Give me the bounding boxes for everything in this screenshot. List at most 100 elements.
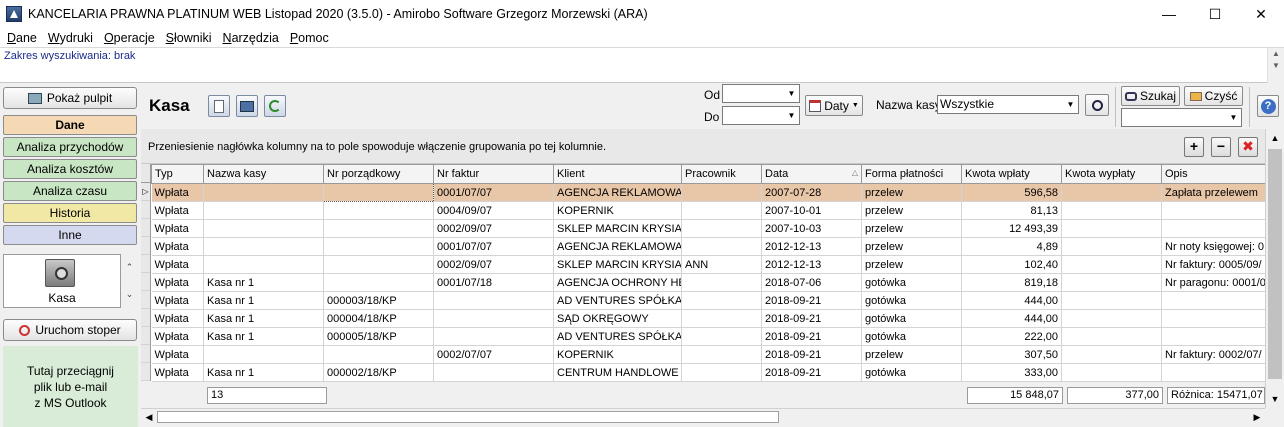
table-cell[interactable]: [1161, 327, 1266, 346]
module-scrollbar[interactable]: ⌃ ⌄: [122, 254, 137, 308]
column-header[interactable]: Pracownik: [681, 164, 762, 184]
table-cell[interactable]: Nr faktury: 0005/09/: [1161, 255, 1266, 274]
scroll-down-icon[interactable]: ▼: [1266, 390, 1284, 408]
table-cell[interactable]: 0002/09/07: [433, 219, 554, 238]
table-cell[interactable]: 81,13: [961, 201, 1062, 220]
scroll-down-icon[interactable]: ▼: [1268, 60, 1284, 72]
table-row[interactable]: Wpłata 0004/09/07 KOPERNIK 2007-10-01 przele…: [151, 201, 1266, 220]
table-cell[interactable]: przelew: [861, 183, 962, 202]
remove-icon[interactable]: −: [1211, 137, 1231, 157]
search-icon-button[interactable]: [1085, 94, 1109, 116]
table-row[interactable]: Wpłata 0002/09/07 SKLEP MARCIN KRYSIAK 2007…: [151, 219, 1266, 238]
table-cell[interactable]: AD VENTURES SPÓŁKA: [553, 291, 682, 310]
table-cell[interactable]: Wpłata: [151, 183, 204, 202]
menu-operacje[interactable]: Operacje: [99, 31, 161, 45]
table-cell[interactable]: [323, 237, 434, 256]
column-header[interactable]: Typ: [151, 164, 204, 184]
group-by-panel[interactable]: Przeniesienie nagłówka kolumny na to pol…: [141, 129, 1265, 164]
table-cell[interactable]: 0002/09/07: [433, 255, 554, 274]
date-to-field[interactable]: ▼: [722, 106, 800, 125]
table-cell[interactable]: Kasa nr 1: [203, 309, 324, 328]
table-cell[interactable]: 307,50: [961, 345, 1062, 364]
table-cell[interactable]: KOPERNIK: [553, 345, 682, 364]
column-header[interactable]: Opis: [1161, 164, 1266, 184]
table-cell[interactable]: 0004/09/07: [433, 201, 554, 220]
table-cell[interactable]: [681, 273, 762, 292]
table-cell[interactable]: Kasa nr 1: [203, 363, 324, 382]
table-cell[interactable]: Wpłata: [151, 201, 204, 220]
table-cell[interactable]: [681, 183, 762, 202]
table-cell[interactable]: [1061, 237, 1162, 256]
table-cell[interactable]: 102,40: [961, 255, 1062, 274]
row-indicator[interactable]: [141, 201, 150, 219]
table-row[interactable]: Wpłata Kasa nr 1 000004/18/KP SĄD OKRĘGOWY 2…: [151, 309, 1266, 328]
dates-button[interactable]: Daty ▼: [805, 95, 863, 116]
table-cell[interactable]: 2007-07-28: [761, 183, 862, 202]
menu-słowniki[interactable]: Słowniki: [161, 31, 218, 45]
menu-pomoc[interactable]: Pomoc: [285, 31, 335, 45]
table-cell[interactable]: 444,00: [961, 291, 1062, 310]
menu-wydruki[interactable]: Wydruki: [43, 31, 99, 45]
table-cell[interactable]: [681, 345, 762, 364]
nav-historia[interactable]: Historia: [3, 203, 137, 223]
menu-narzędzia[interactable]: Narzędzia: [218, 31, 285, 45]
table-cell[interactable]: 2012-12-13: [761, 237, 862, 256]
scroll-up-icon[interactable]: ▲: [1266, 129, 1284, 147]
column-header[interactable]: Kwota wypłaty: [1061, 164, 1162, 184]
chevron-up-icon[interactable]: ⌃: [122, 254, 137, 281]
table-cell[interactable]: gotówka: [861, 273, 962, 292]
table-cell[interactable]: Wpłata: [151, 327, 204, 346]
row-indicator[interactable]: [141, 345, 150, 363]
table-cell[interactable]: 0001/07/18: [433, 273, 554, 292]
table-row[interactable]: Wpłata Kasa nr 1 000005/18/KP AD VENTURES S…: [151, 327, 1266, 346]
scroll-thumb[interactable]: [157, 411, 779, 423]
table-cell[interactable]: [1061, 291, 1162, 310]
table-cell[interactable]: [323, 345, 434, 364]
table-cell[interactable]: przelew: [861, 345, 962, 364]
table-row[interactable]: Wpłata Kasa nr 1 000002/18/KP CENTRUM HANDL…: [151, 363, 1266, 382]
row-indicator[interactable]: [141, 219, 150, 237]
chevron-down-icon[interactable]: ▼: [1063, 96, 1078, 113]
table-cell[interactable]: przelew: [861, 237, 962, 256]
document-icon[interactable]: [208, 95, 230, 117]
table-cell[interactable]: [1061, 219, 1162, 238]
table-row[interactable]: Wpłata 0001/07/07 AGENCJA REKLAMOWA 2012-12…: [151, 237, 1266, 256]
nav-inne[interactable]: Inne: [3, 225, 137, 245]
table-cell[interactable]: 000004/18/KP: [323, 309, 434, 328]
table-cell[interactable]: [1161, 363, 1266, 382]
table-cell[interactable]: 2018-09-21: [761, 309, 862, 328]
table-cell[interactable]: gotówka: [861, 363, 962, 382]
table-cell[interactable]: [323, 183, 434, 202]
chevron-down-icon[interactable]: ⌄: [122, 281, 137, 308]
table-cell[interactable]: SKLEP MARCIN KRYSIAK: [553, 219, 682, 238]
table-cell[interactable]: 444,00: [961, 309, 1062, 328]
table-cell[interactable]: Wpłata: [151, 363, 204, 382]
table-cell[interactable]: Wpłata: [151, 273, 204, 292]
table-cell[interactable]: [203, 345, 324, 364]
table-cell[interactable]: 4,89: [961, 237, 1062, 256]
table-cell[interactable]: [681, 291, 762, 310]
table-cell[interactable]: [203, 237, 324, 256]
cash-name-select[interactable]: Wszystkie ▼: [937, 95, 1079, 114]
column-header[interactable]: Nr faktur: [433, 164, 554, 184]
add-icon[interactable]: +: [1184, 137, 1204, 157]
refresh-icon[interactable]: [264, 95, 286, 117]
column-header[interactable]: Forma płatności: [861, 164, 962, 184]
table-cell[interactable]: przelew: [861, 201, 962, 220]
strip-scrollbar[interactable]: ▲ ▼: [1267, 48, 1284, 83]
table-cell[interactable]: 2007-10-03: [761, 219, 862, 238]
menu-dane[interactable]: Dane: [2, 31, 43, 45]
nav-analiza-przychodów[interactable]: Analiza przychodów: [3, 137, 137, 157]
table-cell[interactable]: Kasa nr 1: [203, 291, 324, 310]
table-cell[interactable]: SKLEP MARCIN KRYSIAK: [553, 255, 682, 274]
table-cell[interactable]: 819,18: [961, 273, 1062, 292]
table-cell[interactable]: [1161, 201, 1266, 220]
table-cell[interactable]: AGENCJA REKLAMOWA: [553, 183, 682, 202]
list-view-icon[interactable]: [236, 95, 258, 117]
table-cell[interactable]: 2012-12-13: [761, 255, 862, 274]
table-cell[interactable]: [681, 237, 762, 256]
table-row[interactable]: Wpłata 0001/07/07 AGENCJA REKLAMOWA 2007-07…: [151, 183, 1266, 202]
table-cell[interactable]: AGENCJA REKLAMOWA: [553, 237, 682, 256]
table-cell[interactable]: 000002/18/KP: [323, 363, 434, 382]
row-indicator[interactable]: [141, 255, 150, 273]
